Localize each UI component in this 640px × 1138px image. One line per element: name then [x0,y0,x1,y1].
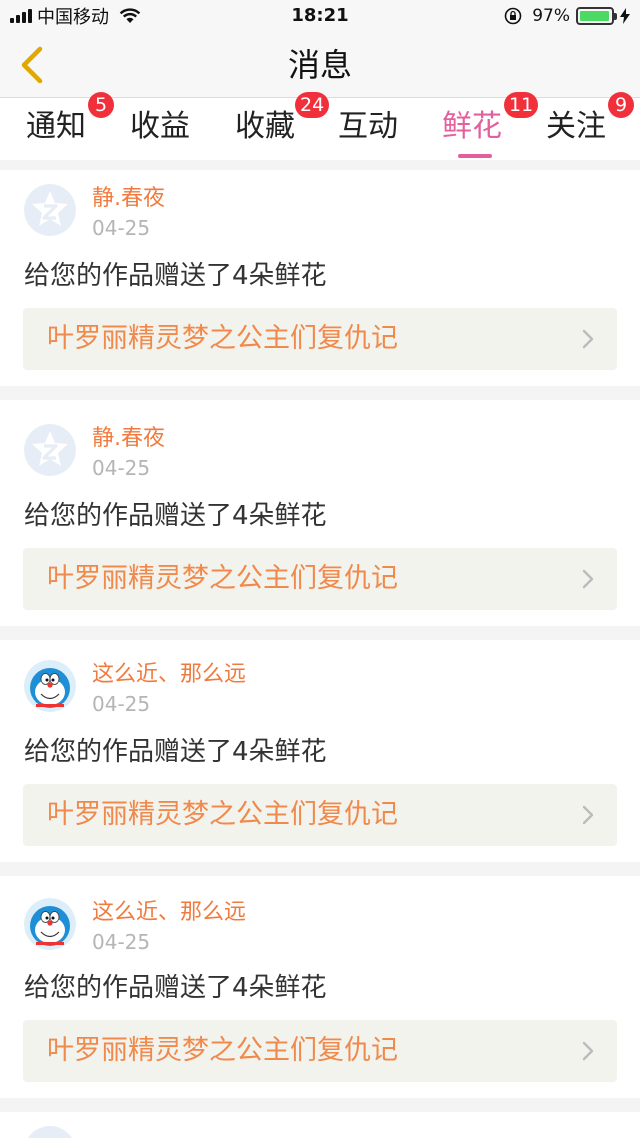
message-text: 给您的作品赠送了4朵鲜花 [24,501,327,531]
work-link[interactable]: 叶罗丽精灵梦之公主们复仇记 [23,548,617,610]
message-card: 静.春夜 04-25 给您的作品赠送了4朵鲜花 叶罗丽精灵梦之公主们复仇记 [0,400,640,626]
message-card: 这么近、那么远 04-25 给您的作品赠送了4朵鲜花 叶罗丽精灵梦之公主们复仇记 [0,640,640,862]
doraemon-avatar-icon [24,660,76,712]
qq-default-avatar-icon [24,424,76,476]
tab-label: 收藏 [235,109,295,144]
tab-label: 关注 [546,109,606,144]
chevron-right-icon [582,805,594,825]
chevron-right-icon [582,1041,594,1061]
battery-percent: 97% [532,6,570,26]
message-card: 这么近、那么远 04-25 给您的作品赠送了4朵鲜花 叶罗丽精灵梦之公主们复仇记 [0,876,640,1098]
tab-label: 收益 [130,109,190,144]
tab-flowers[interactable]: 鲜花 11 [442,92,539,158]
avatar[interactable] [24,424,76,476]
chevron-right-icon [582,329,594,349]
work-title: 叶罗丽精灵梦之公主们复仇记 [47,1035,398,1066]
work-link[interactable]: 叶罗丽精灵梦之公主们复仇记 [23,1020,617,1082]
username[interactable]: 静.春夜 [92,184,165,214]
message-card: 静.春夜 04-25 给您的作品赠送了4朵鲜花 叶罗丽精灵梦之公主们复仇记 [0,170,640,386]
tab-label: 鲜花 [442,109,502,144]
username[interactable]: 这么近、那么远 [92,898,246,928]
username[interactable]: 静.春夜 [92,424,165,454]
username[interactable]: 这么近、那么远 [92,660,246,690]
work-title: 叶罗丽精灵梦之公主们复仇记 [47,799,398,830]
work-title: 叶罗丽精灵梦之公主们复仇记 [47,563,398,594]
avatar[interactable] [24,660,76,712]
page-title: 消息 [287,46,352,84]
unread-badge: 24 [295,92,330,118]
charging-icon [620,8,630,24]
doraemon-avatar-icon [24,898,76,950]
work-title: 叶罗丽精灵梦之公主们复仇记 [47,323,398,354]
avatar[interactable] [24,184,76,236]
message-text: 给您的作品赠送了4朵鲜花 [24,261,327,291]
work-link[interactable]: 叶罗丽精灵梦之公主们复仇记 [23,308,617,370]
message-text: 给您的作品赠送了4朵鲜花 [24,737,327,767]
qq-default-avatar-icon [24,184,76,236]
message-text: 给您的作品赠送了4朵鲜花 [24,973,327,1003]
tab-label: 互动 [338,109,398,144]
tab-interactions[interactable]: 互动 [338,102,398,152]
active-tab-indicator [458,154,492,158]
orientation-lock-icon [504,7,522,25]
message-date: 04-25 [92,456,151,480]
avatar[interactable] [24,1126,76,1138]
message-date: 04-25 [92,692,151,716]
tab-earnings[interactable]: 收益 [130,102,190,152]
nav-bar: 消息 [0,32,640,98]
tab-bar: 通知 5 收益 收藏 24 互动 鲜花 11 关注 9 [0,92,640,160]
unread-badge: 5 [88,92,114,118]
unread-badge: 9 [608,92,634,118]
message-card [0,1112,640,1138]
message-date: 04-25 [92,216,151,240]
tab-label: 通知 [26,109,86,144]
work-link[interactable]: 叶罗丽精灵梦之公主们复仇记 [23,784,617,846]
tab-notifications[interactable]: 通知 5 [26,92,114,152]
unread-badge: 11 [504,92,539,118]
message-date: 04-25 [92,930,151,954]
battery-icon [576,7,617,25]
chevron-right-icon [582,569,594,589]
tab-following[interactable]: 关注 9 [546,92,634,152]
avatar[interactable] [24,898,76,950]
tab-favorites[interactable]: 收藏 24 [235,92,330,152]
status-bar: 中国移动 18:21 97% [0,0,640,32]
